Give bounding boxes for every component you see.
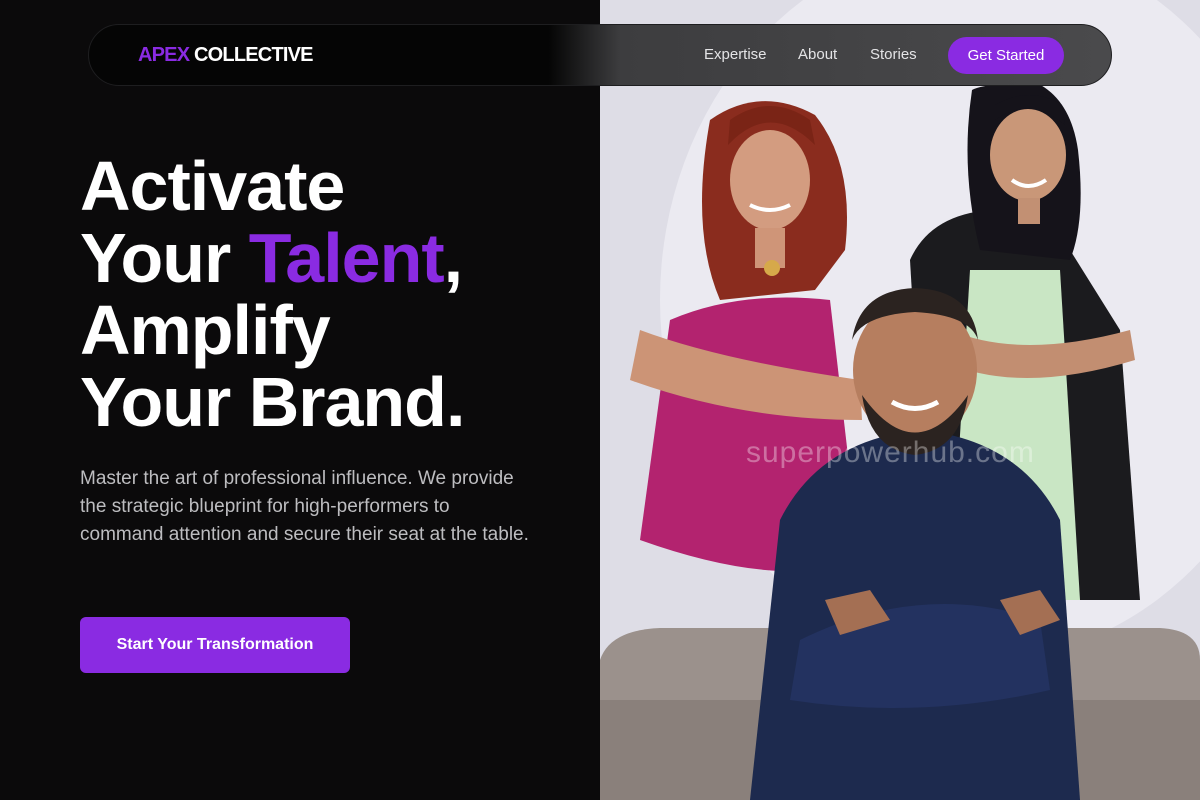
hero-team-photo: superpowerhub.com (600, 0, 1200, 800)
start-transformation-button[interactable]: Start Your Transformation (80, 617, 350, 673)
headline-line-1: Activate (80, 147, 345, 225)
photo-watermark: superpowerhub.com (746, 436, 1035, 469)
get-started-button[interactable]: Get Started (948, 37, 1064, 74)
hero-subtext: Master the art of professional influence… (80, 468, 529, 545)
top-navigation-bar: APEX COLLECTIVE Expertise About Stories … (88, 24, 1112, 86)
headline-line-3: Amplify (80, 291, 331, 369)
brand-logo-accent: APEX (138, 44, 190, 66)
headline-line-2-end: , (443, 219, 463, 297)
nav-link-stories[interactable]: Stories (870, 46, 917, 63)
headline-line-4: Your Brand. (80, 363, 465, 441)
brand-logo[interactable]: APEX COLLECTIVE (138, 44, 314, 67)
team-photo-illustration (600, 0, 1200, 800)
headline-line-2-start: Your (80, 219, 249, 297)
hero-headline: Activate Your Talent, Amplify Your Brand… (80, 147, 465, 441)
headline-line-2: Your Talent, (80, 222, 464, 294)
nav-link-about[interactable]: About (798, 46, 837, 63)
brand-logo-name: COLLECTIVE (194, 44, 313, 66)
nav-link-expertise[interactable]: Expertise (704, 46, 767, 63)
headline-highlight-word: Talent (248, 219, 445, 297)
